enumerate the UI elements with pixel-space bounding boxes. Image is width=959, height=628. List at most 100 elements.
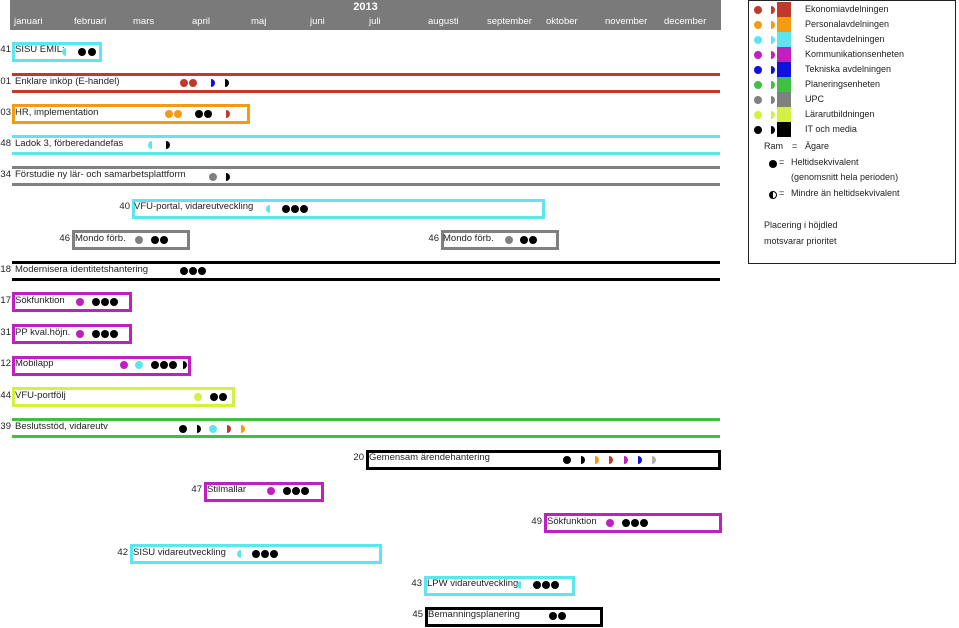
legend-swatch [777,77,791,92]
legend-half-icon [767,81,775,89]
half-fte-icon [193,425,201,433]
fte-dot-icon [169,361,177,369]
legend-half-icon [767,66,775,74]
legend-row-tekniska: Tekniska avdelningen [749,62,955,77]
legend-label: UPC [805,94,825,104]
fte-dot-icon [291,205,299,213]
project-label: HR, implementation [15,107,99,118]
fte-dot-icon [219,393,227,401]
legend-half-icon [767,36,775,44]
legend-label: Personalavdelningen [805,19,890,29]
legend-dot-icon [754,96,762,104]
project-label: Beslutsstöd, vidareutv [15,421,108,432]
fte-dot-icon [135,236,143,244]
project-label: VFU-portfölj [15,390,66,401]
project-label: Mondo förb. [75,233,126,244]
fte-dot-icon [563,456,571,464]
project-label: LPW vidareutveckling [427,578,519,589]
legend-owner: Ägare [805,141,830,151]
fte-dot-icon [542,581,550,589]
fte-dot-icon [180,267,188,275]
project-number: 47 [191,484,202,495]
fte-dot-icon [189,79,197,87]
project-number: 12 [0,358,11,369]
half-fte-icon [577,456,585,464]
fte-dot-icon [92,298,100,306]
project-number: 34 [0,169,11,180]
legend-placement-2: motsvarar prioritet [764,236,837,246]
month-aug: augusti [428,16,459,27]
legend-eq: = [792,141,798,151]
month-header: januari februari mars april maj juni jul… [10,14,721,30]
legend: Ekonomiavdelningen Personalavdelningen S… [748,0,956,264]
half-fte-icon [179,361,187,369]
legend-label: Studentavdelningen [805,34,885,44]
month-jul: juli [369,16,381,27]
fte-dot-icon [529,236,537,244]
half-fte-icon [222,173,230,181]
fte-dot-icon [292,487,300,495]
legend-label: Lärarutbildningen [805,109,875,119]
project-number: 43 [411,578,422,589]
fte-dot-icon [165,110,173,118]
legend-less-fte-icon [769,191,777,199]
fte-dot-icon [622,519,630,527]
legend-half-icon [767,6,775,14]
half-fte-icon [222,110,230,118]
fte-dot-icon [194,393,202,401]
half-fte-icon [517,581,525,589]
project-label: Mondo förb. [443,233,494,244]
fte-dot-icon [101,298,109,306]
legend-half-icon [767,111,775,119]
half-fte-icon [266,205,274,213]
legend-half-icon [767,21,775,29]
project-39-frame[interactable] [12,418,720,438]
fte-dot-icon [151,236,159,244]
half-fte-icon [237,550,245,558]
project-label: PP kval.höjn. [15,327,71,338]
legend-dot-icon [754,111,762,119]
legend-swatch [777,62,791,77]
project-number: 03 [0,107,11,118]
fte-dot-icon [174,110,182,118]
legend-ram-label: Ram [764,141,784,151]
half-fte-icon [620,456,628,464]
fte-dot-icon [300,205,308,213]
legend-dot-icon [754,66,762,74]
project-label: Enklare inköp (E-handel) [15,76,120,87]
legend-dot-icon [754,6,762,14]
legend-row-personal: Personalavdelningen [749,17,955,32]
year-header: 2013 [10,0,721,14]
project-number: 44 [0,390,11,401]
fte-dot-icon [189,267,197,275]
legend-full-fte: Heltidsekvivalent [791,157,859,167]
fte-dot-icon [533,581,541,589]
fte-dot-icon [179,425,187,433]
legend-dot-icon [754,36,762,44]
half-fte-icon [237,425,245,433]
fte-dot-icon [76,330,84,338]
project-label: Sökfunktion [547,516,597,527]
project-number: 01 [0,76,11,87]
legend-row-kommunikation: Kommunikationsenheten [749,47,955,62]
fte-dot-icon [252,550,260,558]
fte-dot-icon [549,612,557,620]
legend-dot-icon [754,81,762,89]
legend-row-it: IT och media [749,122,955,137]
fte-dot-icon [101,330,109,338]
month-dec: december [664,16,707,27]
project-label: Stilmallar [207,484,247,495]
project-label: VFU-portal, vidareutveckling [134,201,254,212]
legend-swatch [777,47,791,62]
fte-dot-icon [88,48,96,56]
legend-swatch [777,107,791,122]
half-fte-icon [207,79,215,87]
legend-label: Ekonomiavdelningen [805,4,889,14]
fte-dot-icon [640,519,648,527]
half-fte-icon [162,141,170,149]
fte-dot-icon [198,267,206,275]
project-label: Gemensam ärendehantering [369,452,490,463]
half-fte-icon [62,48,70,56]
fte-dot-icon [520,236,528,244]
project-label: Sökfunktion [15,295,65,306]
